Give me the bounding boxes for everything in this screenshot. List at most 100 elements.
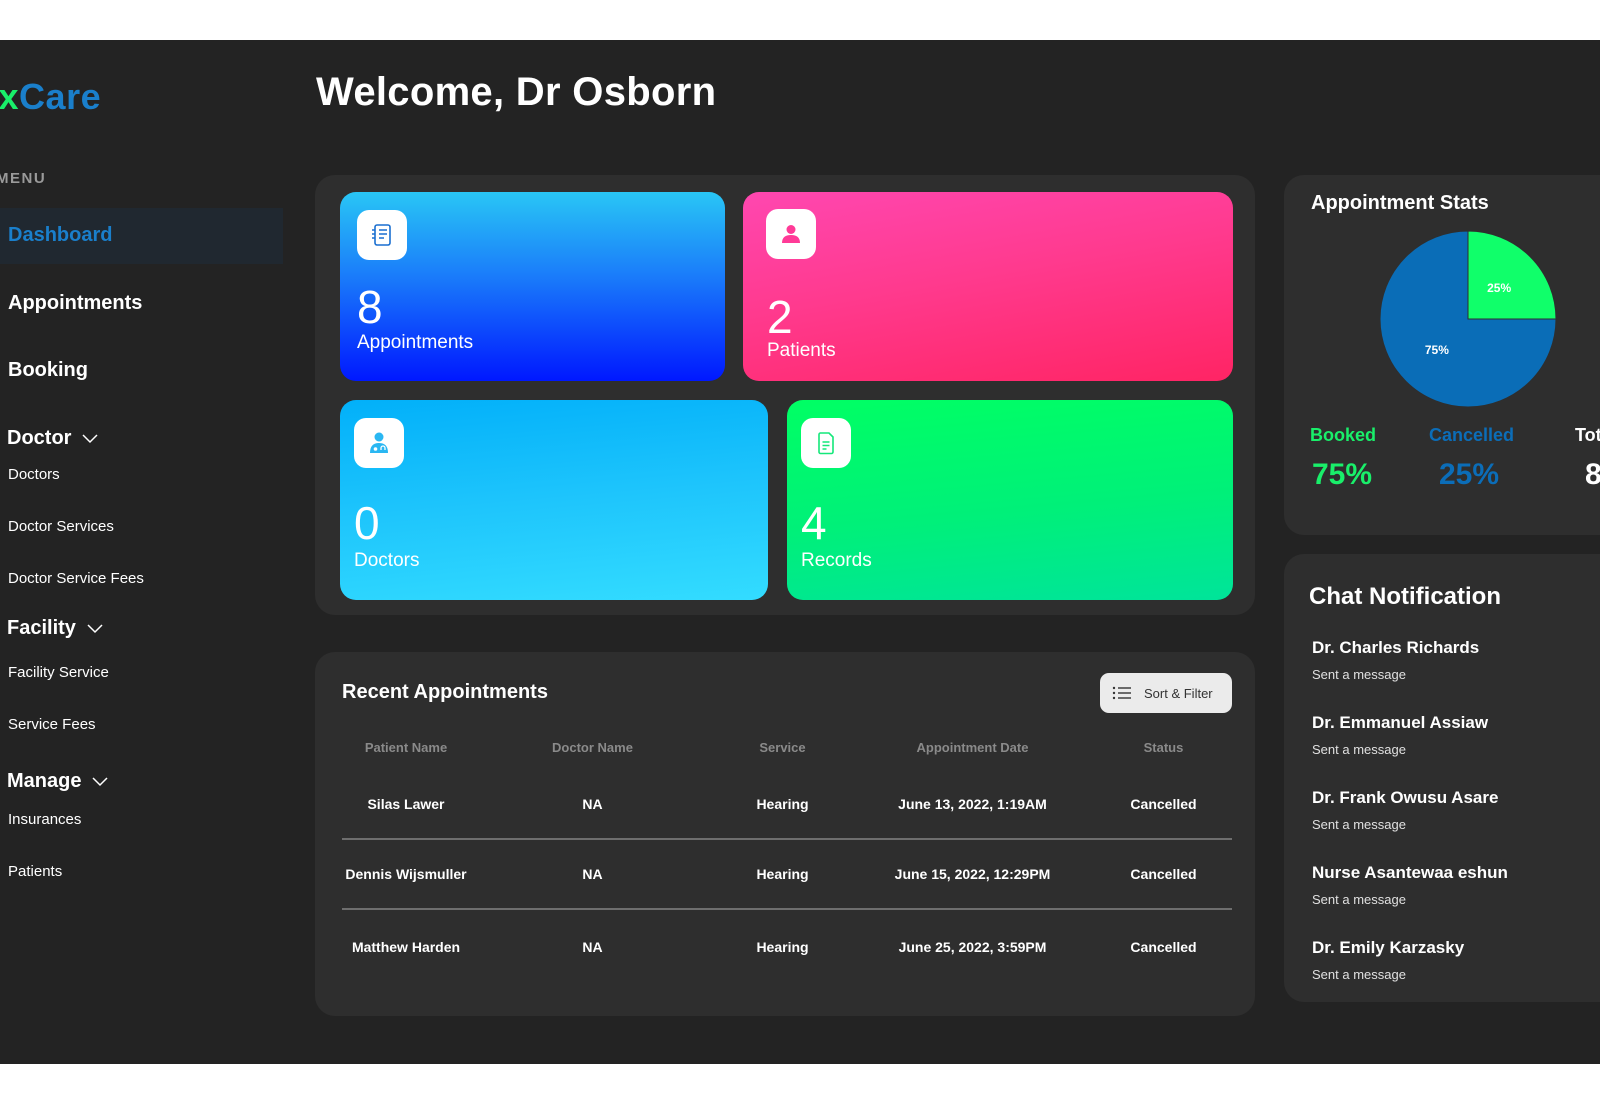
pie-slice-0[interactable]: [1467, 230, 1557, 320]
cell-status: Cancelled: [1130, 796, 1197, 812]
chat-item[interactable]: Dr. Frank Owusu Asare Sent a message: [1312, 788, 1498, 832]
column-header-date[interactable]: Appointment Date: [850, 740, 1095, 755]
patients-card[interactable]: 2 Patients: [743, 192, 1233, 381]
pie-slice-label-1: 75%: [1425, 343, 1449, 357]
patients-count: 2: [767, 291, 793, 343]
legend-total-label: Tot: [1575, 425, 1600, 445]
chat-sender: Nurse Asantewaa eshun: [1312, 863, 1508, 882]
cell-service: Hearing: [756, 939, 809, 955]
appointments-label: Appointments: [357, 332, 474, 353]
cell-service: Hearing: [756, 796, 809, 812]
legend-total: Tot 8: [1575, 425, 1600, 492]
cell-status: Cancelled: [1130, 866, 1197, 882]
table-row[interactable]: Silas Lawer NA Hearing June 13, 2022, 1:…: [342, 770, 1232, 840]
user-icon: [766, 209, 816, 259]
chat-message: Sent a message: [1312, 667, 1406, 682]
list-filter-icon: [1112, 686, 1131, 700]
column-header-patient[interactable]: Patient Name: [342, 740, 470, 755]
chat-sender: Dr. Frank Owusu Asare: [1312, 788, 1499, 807]
table-header: Patient Name Doctor Name Service Appoint…: [342, 740, 1232, 755]
patients-label: Patients: [767, 340, 836, 361]
sidebar-item-appointments[interactable]: Appointments: [8, 292, 142, 315]
cell-doctor: NA: [582, 939, 603, 955]
summary-panel: 8 Appointments 2 Patients 0 Doctors 4 Re…: [315, 175, 1255, 615]
legend-cancelled-label: Cancelled: [1429, 425, 1515, 445]
menu-section-label: MENU: [0, 170, 47, 187]
cell-date: June 15, 2022, 12:29PM: [894, 866, 1051, 882]
app-frame: exCare MENU Dashboard Appointments Booki…: [0, 40, 1600, 1064]
legend-booked-label: Booked: [1310, 425, 1377, 445]
page-title: Welcome, Dr Osborn: [316, 70, 717, 114]
sidebar-group-manage[interactable]: Manage: [7, 770, 109, 793]
appointments-count: 8: [357, 281, 383, 333]
doctors-count: 0: [354, 497, 380, 549]
cell-status: Cancelled: [1130, 939, 1197, 955]
chevron-down-icon: [87, 623, 103, 633]
cell-patient: Matthew Harden: [351, 939, 461, 955]
document-icon: [801, 418, 851, 468]
column-header-service[interactable]: Service: [715, 740, 850, 755]
records-count: 4: [801, 497, 827, 549]
brand-logo[interactable]: exCare: [0, 76, 101, 118]
column-header-doctor[interactable]: Doctor Name: [470, 740, 715, 755]
appointment-stats-panel: Appointment Stats 25% 75% Booked 75% Canc…: [1284, 175, 1600, 535]
chat-item[interactable]: Dr. Emily Karzasky Sent a message: [1312, 938, 1464, 982]
sidebar-group-facility[interactable]: Facility: [7, 617, 104, 640]
sidebar-item-dashboard[interactable]: Dashboard: [0, 208, 283, 264]
records-card[interactable]: 4 Records: [787, 400, 1233, 600]
logo-text-blue: Care: [19, 76, 102, 117]
records-label: Records: [801, 550, 872, 571]
chat-notification-panel: Chat Notification Dr. Charles Richards S…: [1284, 554, 1600, 1002]
cell-service: Hearing: [756, 866, 809, 882]
appointment-pie-chart: 25% 75%: [1379, 230, 1557, 408]
cell-doctor: NA: [582, 796, 603, 812]
chat-notification-title: Chat Notification: [1309, 583, 1501, 610]
chevron-down-icon: [92, 776, 108, 786]
appointment-stats-title: Appointment Stats: [1311, 192, 1489, 214]
sidebar-item-booking[interactable]: Booking: [8, 359, 88, 382]
sort-filter-label: Sort & Filter: [1144, 685, 1213, 701]
cell-date: June 13, 2022, 1:19AM: [898, 796, 1047, 812]
sidebar-item-service-fees[interactable]: Service Fees: [8, 716, 96, 733]
recent-appointments-title: Recent Appointments: [342, 681, 548, 703]
sidebar-item-label: Dashboard: [8, 224, 113, 246]
chat-item[interactable]: Nurse Asantewaa eshun Sent a message: [1312, 863, 1508, 907]
cell-date: June 25, 2022, 3:59PM: [898, 939, 1047, 955]
chat-item[interactable]: Dr. Charles Richards Sent a message: [1312, 638, 1479, 682]
sidebar-group-doctor[interactable]: Doctor: [7, 427, 99, 450]
legend-total-value: 8: [1585, 458, 1600, 491]
sidebar-item-doctors[interactable]: Doctors: [8, 466, 60, 483]
appointments-card[interactable]: 8 Appointments: [340, 192, 725, 381]
sidebar-group-label: Manage: [7, 770, 82, 792]
chat-sender: Dr. Emmanuel Assiaw: [1312, 713, 1489, 732]
sidebar-item-facility-service[interactable]: Facility Service: [8, 664, 109, 681]
chat-sender: Dr. Emily Karzasky: [1312, 938, 1465, 957]
logo-text-green: ex: [0, 76, 20, 117]
table-row[interactable]: Matthew Harden NA Hearing June 25, 2022,…: [342, 912, 1232, 982]
sidebar-group-label: Facility: [7, 617, 76, 639]
doctors-card[interactable]: 0 Doctors: [340, 400, 768, 600]
column-header-status[interactable]: Status: [1095, 740, 1232, 755]
chat-item[interactable]: Dr. Emmanuel Assiaw Sent a message: [1312, 713, 1488, 757]
doctor-stethoscope-icon: [354, 418, 404, 468]
chat-sender: Dr. Charles Richards: [1312, 638, 1480, 657]
table-row[interactable]: Dennis Wijsmuller NA Hearing June 15, 20…: [342, 840, 1232, 910]
legend-cancelled-value: 25%: [1438, 458, 1500, 491]
chat-message: Sent a message: [1312, 817, 1406, 832]
sidebar-item-doctor-services[interactable]: Doctor Services: [8, 518, 114, 535]
sidebar-group-label: Doctor: [7, 427, 72, 449]
legend-booked: Booked 75%: [1310, 425, 1377, 492]
chevron-down-icon: [82, 433, 98, 443]
legend-cancelled: Cancelled 25%: [1429, 425, 1515, 492]
recent-appointments-panel: Recent Appointments Sort & Filter Patien…: [315, 652, 1255, 1016]
legend-booked-value: 75%: [1311, 458, 1373, 491]
sidebar-item-doctor-service-fees[interactable]: Doctor Service Fees: [8, 570, 144, 587]
sidebar-item-patients[interactable]: Patients: [8, 863, 62, 880]
cell-patient: Silas Lawer: [367, 796, 445, 812]
sidebar-item-insurances[interactable]: Insurances: [8, 811, 81, 828]
chat-message: Sent a message: [1312, 892, 1406, 907]
doctors-label: Doctors: [354, 550, 420, 571]
chat-message: Sent a message: [1312, 742, 1406, 757]
chat-message: Sent a message: [1312, 967, 1406, 982]
sort-filter-button[interactable]: Sort & Filter: [1100, 673, 1232, 713]
